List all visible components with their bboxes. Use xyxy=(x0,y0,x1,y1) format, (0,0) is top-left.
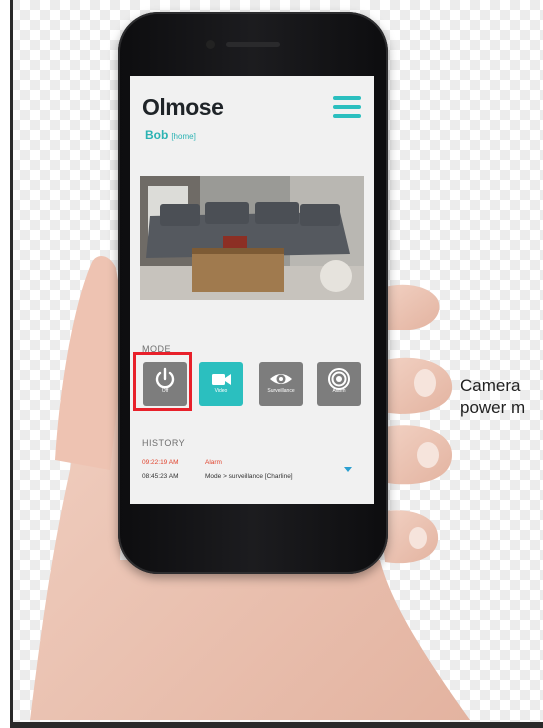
mode-video-label: Video xyxy=(214,388,228,394)
front-camera xyxy=(206,40,215,49)
target-icon xyxy=(317,362,361,390)
history-row: 09:22:19 AM Alarm xyxy=(142,459,222,466)
mode-surveillance-button[interactable]: Surveillance xyxy=(259,362,303,406)
mode-surveillance-label: Surveillance xyxy=(267,388,295,394)
mode-video-button[interactable]: Video xyxy=(199,362,243,406)
history-time: 08:45:23 AM xyxy=(142,473,179,480)
history-time: 09:22:19 AM xyxy=(142,459,179,466)
phone-speaker xyxy=(226,42,280,47)
chevron-down-icon[interactable] xyxy=(344,467,352,472)
history-section-label: HISTORY xyxy=(142,438,186,448)
caption-text: Camera power m xyxy=(460,375,525,419)
history-row: 08:45:23 AM Mode > surveillance [Charline… xyxy=(142,473,293,480)
off-button-highlight-box xyxy=(133,352,192,411)
history-event: Mode > surveillance [Charline] xyxy=(205,473,293,480)
living-room-feed-image xyxy=(140,176,364,300)
eye-icon xyxy=(259,362,303,390)
mode-alarm-button[interactable]: Alarm xyxy=(317,362,361,406)
mode-alarm-label: Alarm xyxy=(332,388,346,394)
history-event: Alarm xyxy=(205,459,222,466)
device-location: [home] xyxy=(171,132,196,141)
device-name: Bob [home] xyxy=(145,128,196,142)
caption-line-1: Camera xyxy=(460,376,521,395)
video-camera-icon xyxy=(199,362,243,390)
caption-line-2: power m xyxy=(460,398,526,417)
camera-feed[interactable] xyxy=(140,176,364,300)
app-screen: Olmose Bob [home] MODE Off Video Surveil… xyxy=(130,76,374,504)
app-logo: Olmose xyxy=(142,94,224,120)
hamburger-menu-icon[interactable] xyxy=(333,96,361,118)
